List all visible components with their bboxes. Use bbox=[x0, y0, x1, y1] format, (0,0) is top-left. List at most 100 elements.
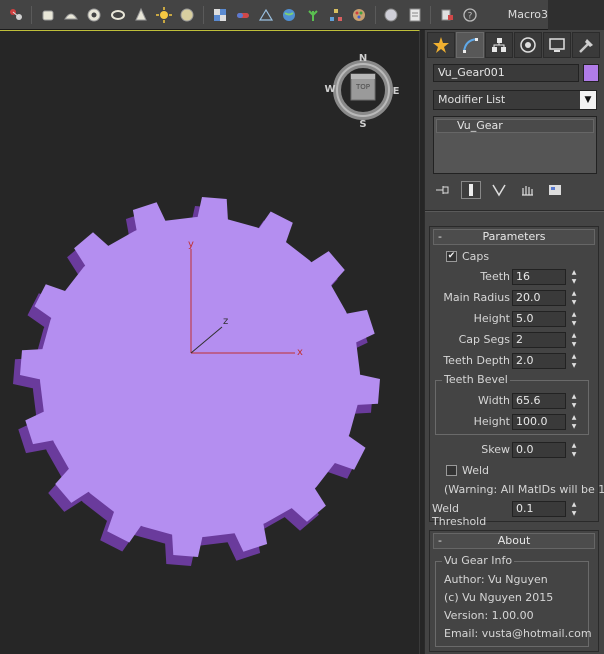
cone-icon[interactable] bbox=[131, 5, 150, 25]
tab-modify[interactable] bbox=[456, 32, 484, 58]
bevel-width-label: Width bbox=[478, 394, 510, 407]
render-sphere-icon[interactable] bbox=[382, 5, 401, 25]
cap-segs-input[interactable]: 2 bbox=[512, 332, 566, 348]
plant-icon[interactable] bbox=[303, 5, 322, 25]
teeth-bevel-title: Teeth Bevel bbox=[442, 373, 510, 386]
wire-icon[interactable] bbox=[257, 5, 276, 25]
toolbar-separator bbox=[31, 5, 33, 24]
stack-toolbar bbox=[433, 180, 597, 200]
show-end-result-icon[interactable] bbox=[461, 181, 481, 199]
gear-object[interactable] bbox=[13, 197, 380, 566]
command-panel-tabs bbox=[425, 32, 604, 60]
parameters-title: Parameters bbox=[482, 230, 546, 243]
notes-icon[interactable] bbox=[405, 5, 424, 25]
pin-stack-icon[interactable] bbox=[433, 181, 453, 199]
object-name-input[interactable]: Vu_Gear001 bbox=[433, 64, 579, 82]
hierarchy-icon[interactable] bbox=[326, 5, 345, 25]
about-copyright: (c) Vu Nguyen 2015 bbox=[444, 591, 554, 604]
teeth-depth-input[interactable]: 2.0 bbox=[512, 353, 566, 369]
teeth-depth-spinner[interactable]: ▲ ▼ bbox=[569, 353, 579, 369]
bevel-height-spinner[interactable]: ▲ ▼ bbox=[569, 414, 579, 430]
cap-segs-spinner[interactable]: ▲ ▼ bbox=[569, 332, 579, 348]
main-radius-label: Main Radius bbox=[443, 291, 510, 304]
object-color-swatch[interactable] bbox=[583, 64, 599, 82]
x-axis-label: x bbox=[297, 347, 303, 358]
hierarchy-tree-icon bbox=[492, 38, 506, 52]
caps-label: Caps bbox=[462, 250, 490, 263]
remove-modifier-icon[interactable] bbox=[517, 181, 537, 199]
about-title: About bbox=[497, 534, 531, 547]
teeth-depth-label: Teeth Depth bbox=[443, 354, 510, 367]
motion-icon bbox=[520, 37, 536, 53]
compass-north[interactable]: N bbox=[359, 53, 367, 64]
height-label: Height bbox=[473, 312, 510, 325]
toolbar-separator bbox=[203, 5, 204, 24]
tab-display[interactable] bbox=[543, 32, 571, 58]
viewcube[interactable]: TOP N S E W bbox=[324, 53, 399, 130]
teeth-input[interactable]: 16 bbox=[512, 269, 566, 285]
checker-icon[interactable] bbox=[210, 5, 229, 25]
compass-south[interactable]: S bbox=[359, 119, 366, 130]
y-axis-label: y bbox=[188, 239, 194, 250]
star-icon bbox=[433, 37, 449, 53]
torus-icon[interactable] bbox=[85, 5, 104, 25]
modifier-list-label: Modifier List bbox=[438, 93, 506, 106]
main-radius-input[interactable]: 20.0 bbox=[512, 290, 566, 306]
bevel-height-input[interactable]: 100.0 bbox=[512, 414, 566, 430]
about-author: Author: Vu Nguyen bbox=[444, 573, 548, 586]
main-radius-spinner[interactable]: ▲ ▼ bbox=[569, 290, 579, 306]
cap-segs-label: Cap Segs bbox=[458, 333, 510, 346]
tab-motion[interactable] bbox=[514, 32, 542, 58]
compass-west[interactable]: W bbox=[324, 84, 335, 95]
stack-item-vu-gear[interactable]: Vu_Gear bbox=[436, 119, 594, 133]
dome-icon[interactable] bbox=[62, 5, 81, 25]
ring-icon[interactable] bbox=[108, 5, 127, 25]
about-rollout-header[interactable]: - About bbox=[433, 533, 595, 549]
tab-hierarchy[interactable] bbox=[485, 32, 513, 58]
collapse-icon[interactable]: - bbox=[438, 230, 442, 244]
height-spinner[interactable]: ▲ ▼ bbox=[569, 311, 579, 327]
bevel-width-input[interactable]: 65.6 bbox=[512, 393, 566, 409]
bevel-width-spinner[interactable]: ▲ ▼ bbox=[569, 393, 579, 409]
z-axis-label: z bbox=[223, 316, 228, 327]
caps-checkbox[interactable]: ✔ bbox=[446, 251, 457, 262]
skew-spinner[interactable]: ▲ ▼ bbox=[569, 442, 579, 458]
macro-label[interactable]: Macro3 bbox=[508, 8, 548, 21]
sphere-icon[interactable] bbox=[178, 5, 197, 25]
globe-icon[interactable] bbox=[280, 5, 299, 25]
weld-warning: (Warning: All MatIDs will be 1) bbox=[444, 483, 604, 496]
about-rollout: - About Vu Gear Info Author: Vu Nguyen (… bbox=[429, 530, 599, 652]
bevel-height-label: Height bbox=[473, 415, 510, 428]
configure-sets-icon[interactable] bbox=[545, 181, 565, 199]
teeth-spinner[interactable]: ▲ ▼ bbox=[569, 269, 579, 285]
toolbar-separator bbox=[430, 5, 432, 24]
schematic-icon[interactable] bbox=[6, 5, 25, 25]
weld-threshold-input[interactable]: 0.1 bbox=[512, 501, 566, 517]
tab-create[interactable] bbox=[427, 32, 455, 58]
collapse-icon[interactable]: - bbox=[438, 534, 442, 548]
about-version: Version: 1.00.00 bbox=[444, 609, 534, 622]
tab-utilities[interactable] bbox=[572, 32, 600, 58]
help-icon[interactable]: ? bbox=[461, 5, 480, 25]
modifier-stack[interactable]: Vu_Gear bbox=[433, 116, 597, 174]
weld-label: Weld bbox=[462, 464, 490, 477]
make-unique-icon[interactable] bbox=[489, 181, 509, 199]
compass-east[interactable]: E bbox=[393, 86, 400, 97]
layers-icon[interactable] bbox=[437, 5, 456, 25]
parameters-rollout-header[interactable]: - Parameters bbox=[433, 229, 595, 245]
about-email: Email: vusta@hotmail.com bbox=[444, 627, 592, 640]
modifier-list-dropdown[interactable]: Modifier List ▼ bbox=[433, 90, 597, 110]
height-input[interactable]: 5.0 bbox=[512, 311, 566, 327]
weld-checkbox[interactable] bbox=[446, 465, 457, 476]
app-window: ? Macro3 x y z TOP N S E W Vu_Gear001 Mo… bbox=[0, 0, 604, 654]
chevron-down-icon[interactable]: ▼ bbox=[580, 91, 596, 109]
weld-threshold-spinner[interactable]: ▲ ▼ bbox=[569, 501, 579, 517]
teeth-label: Teeth bbox=[480, 270, 510, 283]
skew-input[interactable]: 0.0 bbox=[512, 442, 566, 458]
box-icon[interactable] bbox=[38, 5, 57, 25]
sun-icon[interactable] bbox=[155, 5, 174, 25]
palette-icon[interactable] bbox=[350, 5, 369, 25]
viewport-top[interactable]: x y z TOP N S E W bbox=[0, 30, 420, 654]
toolbar-empty-area bbox=[548, 0, 604, 30]
capsule-icon[interactable] bbox=[233, 5, 252, 25]
